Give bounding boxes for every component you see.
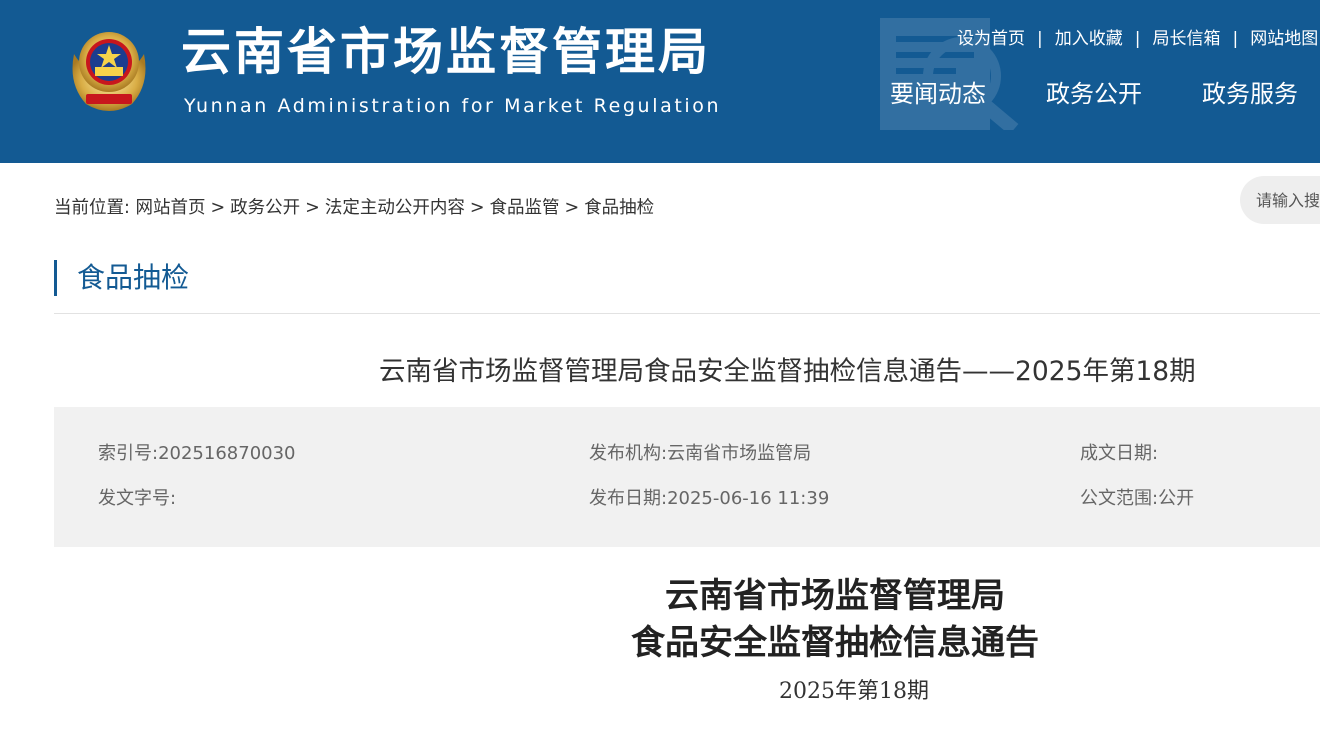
nav-item-government-services[interactable]: 政务服务 — [1202, 76, 1298, 112]
article-heading-line2: 食品安全监督抽检信息通告 — [631, 623, 1039, 663]
meta-pub-date-value: 2025-06-16 11:39 — [667, 488, 830, 509]
meta-index-number: 索引号:202516870030 — [98, 442, 296, 466]
search-box — [1240, 176, 1320, 224]
add-favorite-link[interactable]: 加入收藏 — [1055, 29, 1123, 49]
meta-org-label: 发布机构: — [589, 443, 668, 464]
meta-pub-date-label: 发布日期: — [589, 488, 668, 509]
site-header: 云南省市场监督管理局 Yunnan Administration for Mar… — [0, 0, 1320, 163]
article-heading-line1: 云南省市场监督管理局 — [665, 576, 1005, 616]
top-links: 设为首页 | 加入收藏 | 局长信箱 | 网站地图 — [957, 24, 1318, 50]
meta-date-written: 成文日期: — [1080, 442, 1158, 466]
article-issue-number: 2025年第18期 — [779, 679, 929, 704]
meta-date-written-label: 成文日期: — [1080, 443, 1159, 464]
nav-item-government-affairs[interactable]: 政务公开 — [1046, 76, 1142, 112]
breadcrumb-separator: > — [469, 198, 485, 218]
set-homepage-link[interactable]: 设为首页 — [957, 29, 1025, 49]
site-map-link[interactable]: 网站地图 — [1250, 29, 1318, 49]
meta-scope-label: 公文范围: — [1080, 488, 1159, 509]
national-emblem-icon — [72, 32, 146, 111]
breadcrumb-separator: > — [210, 198, 226, 218]
breadcrumb-item-statutory-disclosure[interactable]: 法定主动公开内容 — [325, 198, 465, 218]
breadcrumb-item-food-supervision[interactable]: 食品监管 — [490, 198, 560, 218]
top-link-separator: | — [1037, 29, 1043, 49]
breadcrumb: 当前位置: 网站首页 > 政务公开 > 法定主动公开内容 > 食品监管 > 食品抽检 — [54, 196, 654, 220]
meta-publish-date: 发布日期:2025-06-16 11:39 — [589, 487, 829, 511]
meta-scope: 公文范围:公开 — [1080, 487, 1194, 511]
site-title: 云南省市场监督管理局 — [181, 23, 711, 81]
top-link-separator: | — [1232, 29, 1239, 49]
section-divider — [54, 313, 1320, 314]
nav-item-news[interactable]: 要闻动态 — [890, 76, 986, 112]
breadcrumb-separator: > — [564, 198, 580, 218]
section-title: 食品抽检 — [54, 260, 189, 296]
meta-index-value: 202516870030 — [158, 443, 296, 464]
breadcrumb-prefix: 当前位置: — [54, 198, 130, 218]
meta-scope-value: 公开 — [1158, 488, 1195, 509]
site-subtitle: Yunnan Administration for Market Regulat… — [184, 95, 722, 117]
director-mailbox-link[interactable]: 局长信箱 — [1152, 29, 1220, 49]
top-link-separator: | — [1134, 29, 1141, 49]
breadcrumb-item-home[interactable]: 网站首页 — [135, 198, 205, 218]
meta-org-value: 云南省市场监管局 — [667, 443, 812, 464]
breadcrumb-separator: > — [305, 198, 320, 218]
breadcrumb-item-government-affairs[interactable]: 政务公开 — [230, 198, 300, 218]
meta-document-number: 发文字号: — [98, 487, 176, 511]
search-input[interactable] — [1256, 188, 1320, 212]
breadcrumb-item-food-sampling[interactable]: 食品抽检 — [584, 198, 654, 218]
document-meta-panel: 索引号:202516870030 发布机构:云南省市场监管局 成文日期: 发文字… — [54, 407, 1320, 547]
meta-index-label: 索引号: — [98, 443, 159, 464]
document-title: 云南省市场监督管理局食品安全监督抽检信息通告——2025年第18期 — [379, 356, 1196, 387]
meta-doc-no-label: 发文字号: — [98, 488, 177, 509]
meta-publishing-org: 发布机构:云南省市场监管局 — [589, 442, 811, 466]
